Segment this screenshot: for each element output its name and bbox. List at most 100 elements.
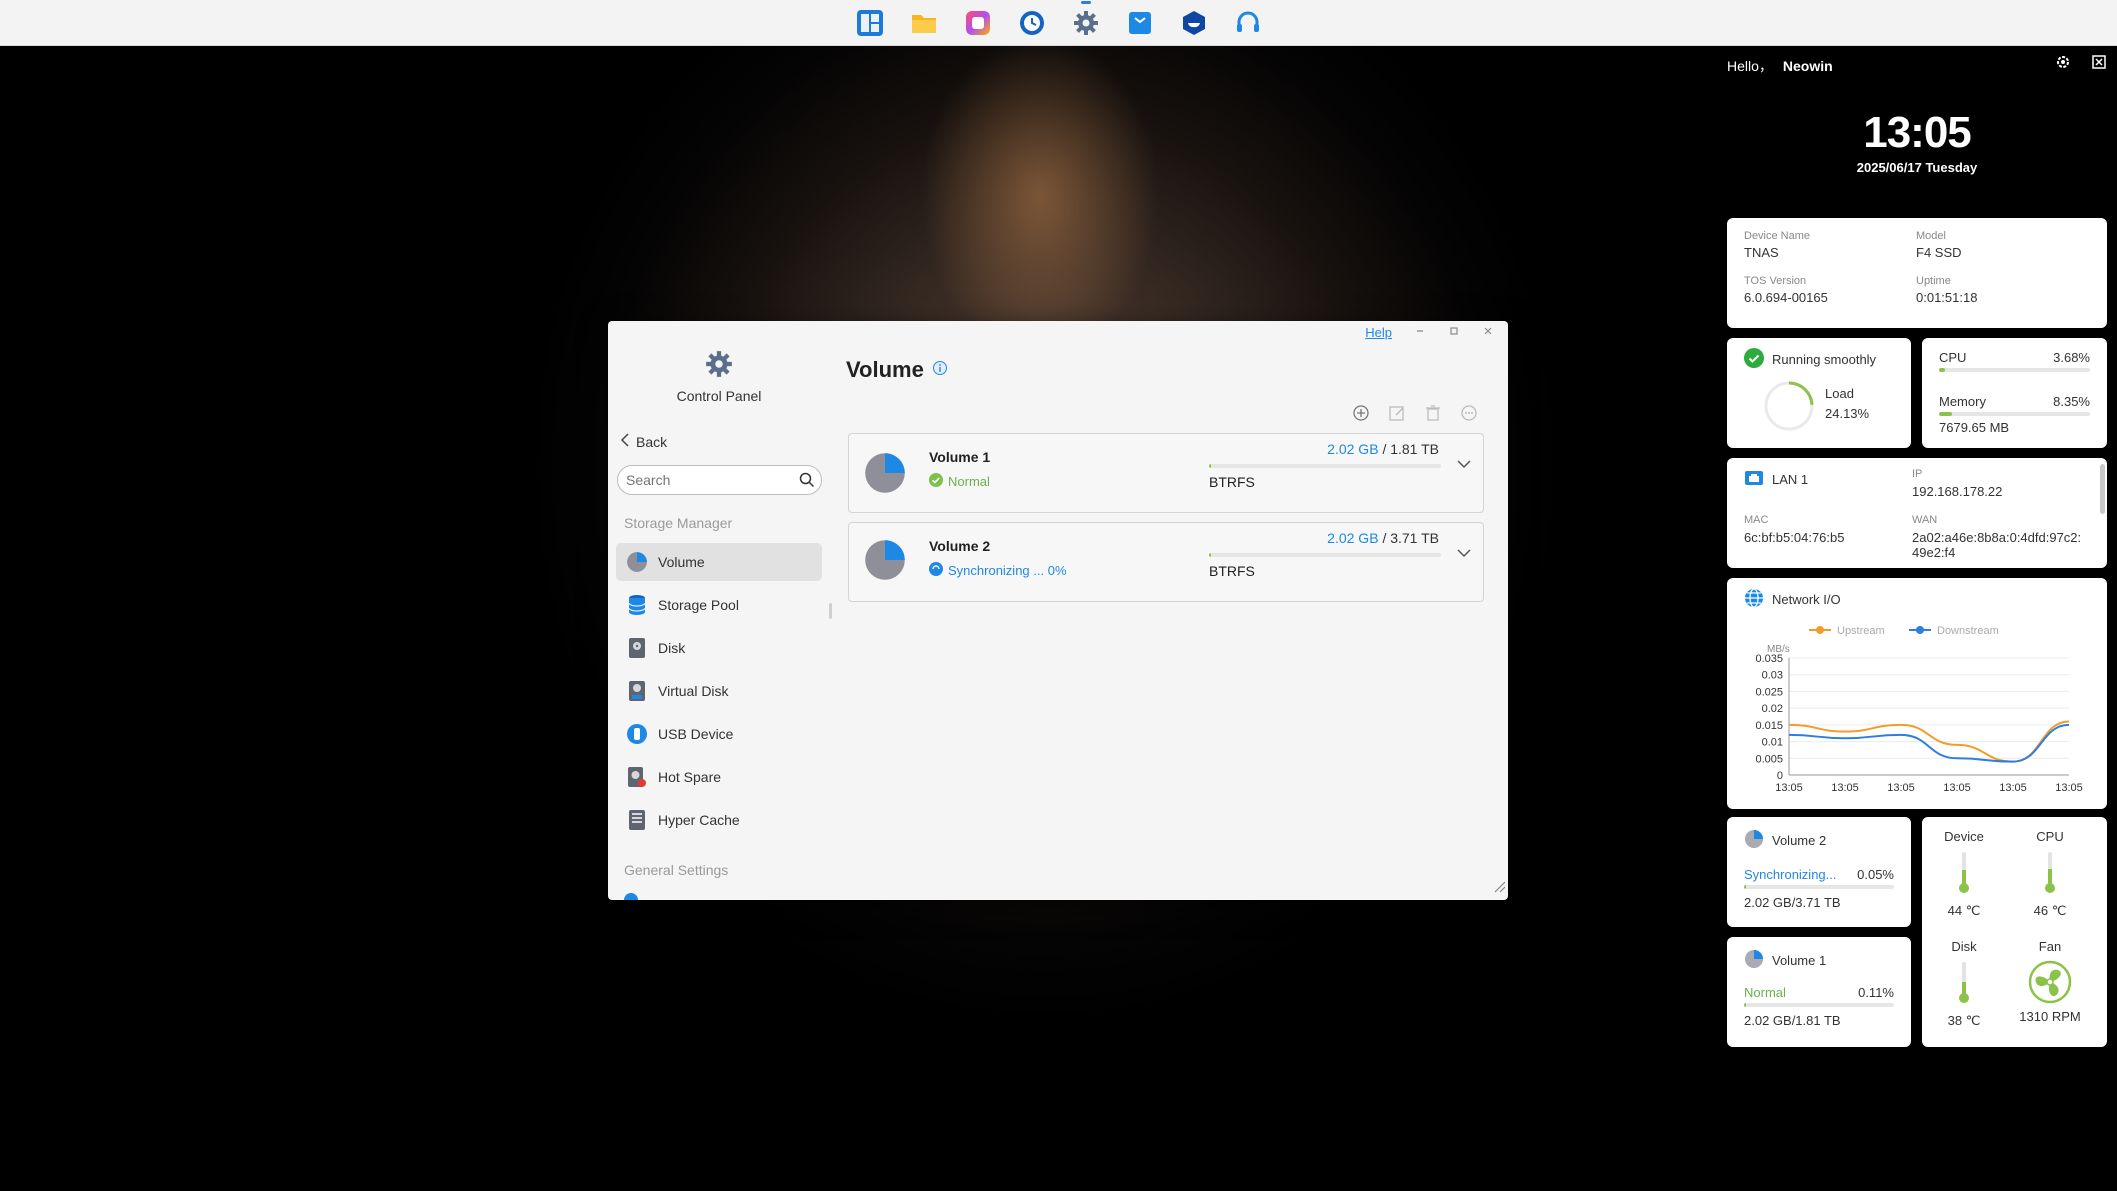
- sync-icon: [929, 562, 943, 579]
- maximize-icon[interactable]: [1448, 325, 1460, 340]
- chevron-down-icon[interactable]: [1457, 456, 1471, 474]
- nav-label: Storage Pool: [658, 597, 739, 613]
- nav-hyper-cache[interactable]: Hyper Cache: [616, 801, 822, 839]
- search-input[interactable]: [626, 471, 791, 489]
- volume-filesystem: BTRFS: [1209, 474, 1255, 490]
- y-tick-label: 0.025: [1755, 686, 1783, 698]
- file-station-icon[interactable]: [854, 7, 886, 39]
- chevron-down-icon[interactable]: [1457, 545, 1471, 563]
- cpu-temp: CPU 46 ℃: [2010, 829, 2090, 919]
- close-icon[interactable]: [1482, 325, 1494, 340]
- control-panel-window: Help Control Panel Back Storage Manager …: [608, 321, 1508, 900]
- search-icon[interactable]: [799, 472, 815, 493]
- nav-disk[interactable]: Disk: [616, 629, 822, 667]
- cpu-bar: [1939, 368, 2090, 372]
- device-temp-label: Device: [1944, 829, 1984, 844]
- control-panel-gear-icon: [704, 351, 734, 383]
- photos-icon[interactable]: [962, 7, 994, 39]
- uptime-value: 0:01:51:18: [1916, 290, 1978, 305]
- tos-version: 6.0.694-00165: [1744, 290, 1828, 305]
- widget-fullscreen-icon[interactable]: [2091, 54, 2107, 75]
- search-box: [617, 465, 822, 495]
- volume-pie-icon: [624, 549, 650, 575]
- volume2-percent: 0.05%: [1857, 867, 1894, 882]
- docker-icon[interactable]: [1178, 7, 1210, 39]
- load-value: 24.13%: [1825, 406, 1870, 421]
- disk-temp-label: Disk: [1951, 939, 1977, 954]
- nav-virtual-disk[interactable]: Virtual Disk: [616, 672, 822, 710]
- hyper-cache-icon: [624, 807, 650, 833]
- memory-usage: 8.35%: [2053, 394, 2090, 409]
- user-name: Neowin: [1782, 58, 1833, 74]
- volume-name: Volume 2: [929, 538, 991, 554]
- cpu-temp-label: CPU: [2036, 829, 2064, 844]
- widget-settings-gear-icon[interactable]: [2055, 54, 2071, 75]
- volume2-bar: [1744, 885, 1894, 889]
- lan-scrollbar[interactable]: [2100, 464, 2105, 514]
- sidebar-scrollbar[interactable]: [829, 603, 832, 619]
- support-headset-icon[interactable]: [1232, 7, 1264, 39]
- folder-icon[interactable]: [908, 7, 940, 39]
- check-icon: [929, 473, 943, 490]
- thermometer-icon: [2045, 852, 2055, 893]
- general-settings-item-icon: [624, 893, 638, 900]
- volume-pie-icon: [863, 538, 907, 587]
- thermometer-icon: [1959, 852, 1969, 893]
- virtual-disk-icon: [624, 678, 650, 704]
- fan-icon: [2028, 960, 2072, 1004]
- storage-nav: Volume Storage Pool Disk Virtual Disk US…: [608, 543, 830, 844]
- delete-volume-icon[interactable]: [1424, 404, 1442, 427]
- nav-volume[interactable]: Volume: [616, 543, 822, 581]
- volume-used: 2.02 GB: [1327, 441, 1379, 457]
- mail-bag-icon[interactable]: [1124, 7, 1156, 39]
- volume-card[interactable]: Volume 1 Normal 2.02 GB / 1.81 TB BTRFS: [848, 433, 1484, 513]
- volume-filesystem: BTRFS: [1209, 563, 1255, 579]
- x-tick-label: 13:05: [1999, 782, 2027, 794]
- disk-temp-value: 38 ℃: [1947, 1013, 1981, 1028]
- memory-label: Memory: [1939, 394, 1986, 409]
- greeting: Hello， Neowin: [1727, 58, 1833, 74]
- ip-label: IP: [1912, 468, 1923, 480]
- volume-name: Volume 1: [929, 449, 991, 465]
- nav-hot-spare[interactable]: Hot Spare: [616, 758, 822, 796]
- hot-spare-icon: [624, 764, 650, 790]
- volume1-widget: Volume 1 Normal 0.11% 2.02 GB/1.81 TB: [1727, 937, 1911, 1047]
- more-options-icon[interactable]: [1460, 404, 1478, 427]
- memory-bar: [1939, 412, 2090, 416]
- volume2-size: 2.02 GB/3.71 TB: [1744, 895, 1841, 910]
- app-title: Control Panel: [676, 388, 762, 404]
- mac-value: 6c:bf:b5:04:76:b5: [1744, 530, 1845, 545]
- back-button[interactable]: Back: [620, 433, 667, 450]
- nav-storage-pool[interactable]: Storage Pool: [616, 586, 822, 624]
- mac-label: MAC: [1744, 514, 1769, 526]
- clock-date: 2025/06/17 Tuesday: [1856, 160, 1978, 175]
- resize-handle-icon[interactable]: [1492, 879, 1506, 898]
- info-icon[interactable]: [932, 360, 948, 381]
- status-text: Running smoothly: [1772, 352, 1877, 367]
- disk-icon: [624, 635, 650, 661]
- device-temp-value: 44 ℃: [1947, 903, 1981, 918]
- help-link[interactable]: Help: [1365, 325, 1392, 340]
- model-value: F4 SSD: [1916, 245, 1962, 260]
- cpu-usage: 3.68%: [2053, 350, 2090, 365]
- volume-pie-icon: [1744, 829, 1764, 852]
- memory-used: 7679.65 MB: [1939, 420, 2010, 435]
- volume1-percent: 0.11%: [1858, 985, 1894, 1000]
- cpu-temp-value: 46 ℃: [2033, 903, 2067, 918]
- taskbar: [0, 0, 2117, 46]
- minimize-icon[interactable]: [1414, 325, 1426, 340]
- edit-volume-icon[interactable]: [1388, 404, 1406, 427]
- lan-title: LAN 1: [1772, 472, 1809, 487]
- storage-pool-icon: [624, 592, 650, 618]
- volume1-size: 2.02 GB/1.81 TB: [1744, 1013, 1841, 1028]
- x-tick-label: 13:05: [1887, 782, 1915, 794]
- cpu-memory-card: CPU 3.68% Memory 8.35% 7679.65 MB: [1922, 338, 2107, 448]
- backup-clock-icon[interactable]: [1016, 7, 1048, 39]
- control-panel-gear-icon[interactable]: [1070, 0, 1102, 39]
- add-volume-icon[interactable]: [1352, 404, 1370, 427]
- nav-usb-device[interactable]: USB Device: [616, 715, 822, 753]
- volume-card[interactable]: Volume 2 Synchronizing ... 0% 2.02 GB / …: [848, 522, 1484, 602]
- volume-pie-icon: [1744, 949, 1764, 972]
- widget-panel: Hello， Neowin 13:05 2025/06/17 Tuesday De…: [1727, 46, 2107, 1191]
- legend-marker: [1816, 626, 1824, 634]
